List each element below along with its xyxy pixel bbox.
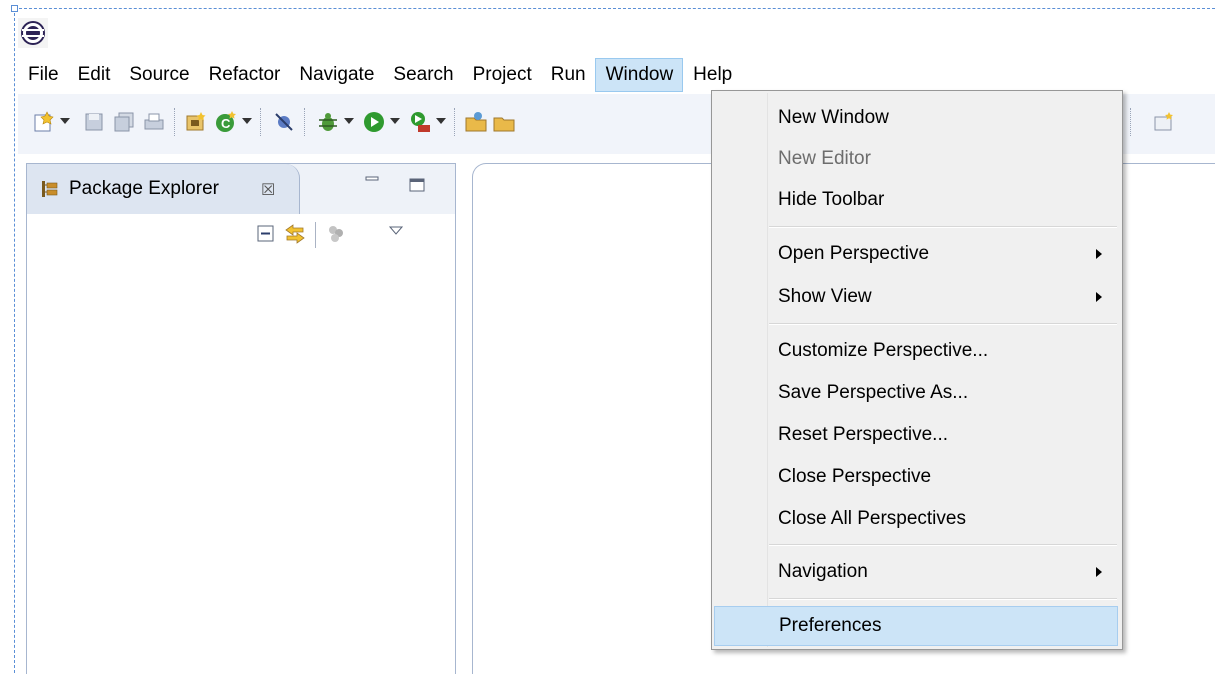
menu-item-save-perspective-as[interactable]: Save Perspective As...: [714, 374, 1120, 412]
menu-item-label: Save Perspective As...: [778, 382, 969, 403]
submenu-arrow-icon: [1096, 292, 1102, 302]
package-explorer-tab[interactable]: Package Explorer ☒: [27, 164, 300, 214]
open-task-icon[interactable]: [492, 110, 516, 134]
close-icon[interactable]: ☒: [261, 180, 275, 200]
eclipse-icon[interactable]: [18, 18, 48, 48]
menu-source[interactable]: Source: [119, 58, 198, 92]
menu-item-new-window[interactable]: New Window: [714, 99, 1120, 137]
menu-item-open-perspective[interactable]: Open Perspective: [714, 235, 1120, 273]
new-class-dropdown-icon[interactable]: [242, 118, 252, 124]
svg-text:C: C: [221, 116, 231, 131]
menu-help[interactable]: Help: [683, 58, 741, 92]
debug-dropdown-icon[interactable]: [344, 118, 354, 124]
debug-icon[interactable]: [316, 110, 340, 134]
new-class-icon[interactable]: C: [214, 110, 238, 134]
menu-search[interactable]: Search: [383, 58, 462, 92]
menu-item-label: New Window: [778, 107, 889, 128]
skip-breakpoints-icon[interactable]: [272, 110, 296, 134]
menu-item-label: Close Perspective: [778, 466, 932, 487]
menu-item-label: Close All Perspectives: [778, 508, 966, 529]
menu-navigate[interactable]: Navigate: [289, 58, 383, 92]
menubar: File Edit Source Refactor Navigate Search Proj…: [18, 58, 1215, 92]
menu-item-close-all-perspectives[interactable]: Close All Perspectives: [714, 500, 1120, 538]
focus-on-task-icon[interactable]: [327, 224, 347, 244]
menu-item-navigation[interactable]: Navigation: [714, 553, 1120, 591]
package-explorer-title: Package Explorer: [69, 178, 219, 199]
menu-separator: [769, 598, 1117, 600]
menu-item-new-editor: New Editor: [714, 140, 1120, 178]
toolbar-separator: [174, 108, 175, 136]
view-menu-icon[interactable]: [389, 226, 403, 236]
menu-item-label: Navigation: [778, 561, 868, 582]
menu-item-reset-perspective[interactable]: Reset Perspective...: [714, 416, 1120, 454]
menu-run[interactable]: Run: [541, 58, 595, 92]
menu-separator: [769, 323, 1117, 325]
view-toolbar-separator: [315, 222, 316, 248]
toolbar-separator: [304, 108, 305, 136]
menu-item-hide-toolbar[interactable]: Hide Toolbar: [714, 181, 1120, 219]
toolbar-separator: [454, 108, 455, 136]
menu-edit[interactable]: Edit: [68, 58, 120, 92]
package-explorer-view: Package Explorer ☒: [26, 163, 456, 674]
menu-item-customize-perspective[interactable]: Customize Perspective...: [714, 332, 1120, 370]
minimize-icon[interactable]: [365, 174, 379, 184]
window-menu-dropdown: New Window New Editor Hide Toolbar Open Per…: [711, 90, 1123, 650]
menu-item-label: Hide Toolbar: [778, 189, 885, 210]
menu-project[interactable]: Project: [463, 58, 541, 92]
save-all-icon[interactable]: [112, 110, 136, 134]
menu-item-label: Open Perspective: [778, 243, 930, 264]
menu-separator: [769, 544, 1117, 546]
print-icon[interactable]: [142, 110, 166, 134]
menu-refactor[interactable]: Refactor: [199, 58, 290, 92]
window-selection-border-top: [14, 8, 1215, 9]
menu-item-label: Reset Perspective...: [778, 424, 949, 445]
run-icon[interactable]: [362, 110, 386, 134]
submenu-arrow-icon: [1096, 567, 1102, 577]
link-with-editor-icon[interactable]: [283, 222, 307, 246]
menu-separator: [769, 226, 1117, 228]
new-wizard-dropdown-icon[interactable]: [60, 118, 70, 124]
package-explorer-icon: [42, 181, 58, 197]
menu-item-label: New Editor: [778, 148, 871, 169]
perspective-icon[interactable]: [1152, 110, 1176, 134]
collapse-all-icon[interactable]: [256, 224, 276, 244]
menu-item-close-perspective[interactable]: Close Perspective: [714, 458, 1120, 496]
open-type-icon[interactable]: [464, 110, 488, 134]
maximize-icon[interactable]: [409, 178, 425, 192]
save-icon[interactable]: [82, 110, 106, 134]
menu-item-label: Customize Perspective...: [778, 340, 989, 361]
external-tools-icon[interactable]: [408, 110, 432, 134]
package-explorer-toolbar: [27, 214, 455, 256]
window-selection-handle: [11, 5, 18, 12]
toolbar-separator: [1130, 108, 1131, 136]
menu-item-show-view[interactable]: Show View: [714, 278, 1120, 316]
new-wizard-icon[interactable]: [32, 110, 56, 134]
run-dropdown-icon[interactable]: [390, 118, 400, 124]
menu-item-preferences[interactable]: Preferences: [714, 606, 1118, 646]
menu-window[interactable]: Window: [594, 58, 684, 92]
submenu-arrow-icon: [1096, 249, 1102, 259]
window-selection-border-left: [14, 8, 15, 673]
external-tools-dropdown-icon[interactable]: [436, 118, 446, 124]
menu-item-label: Preferences: [779, 615, 882, 636]
menu-item-label: Show View: [778, 286, 872, 307]
toolbar-separator: [260, 108, 261, 136]
new-java-project-icon[interactable]: [184, 110, 208, 134]
package-explorer-tabbar: Package Explorer ☒: [27, 164, 455, 214]
menu-file[interactable]: File: [18, 58, 68, 92]
